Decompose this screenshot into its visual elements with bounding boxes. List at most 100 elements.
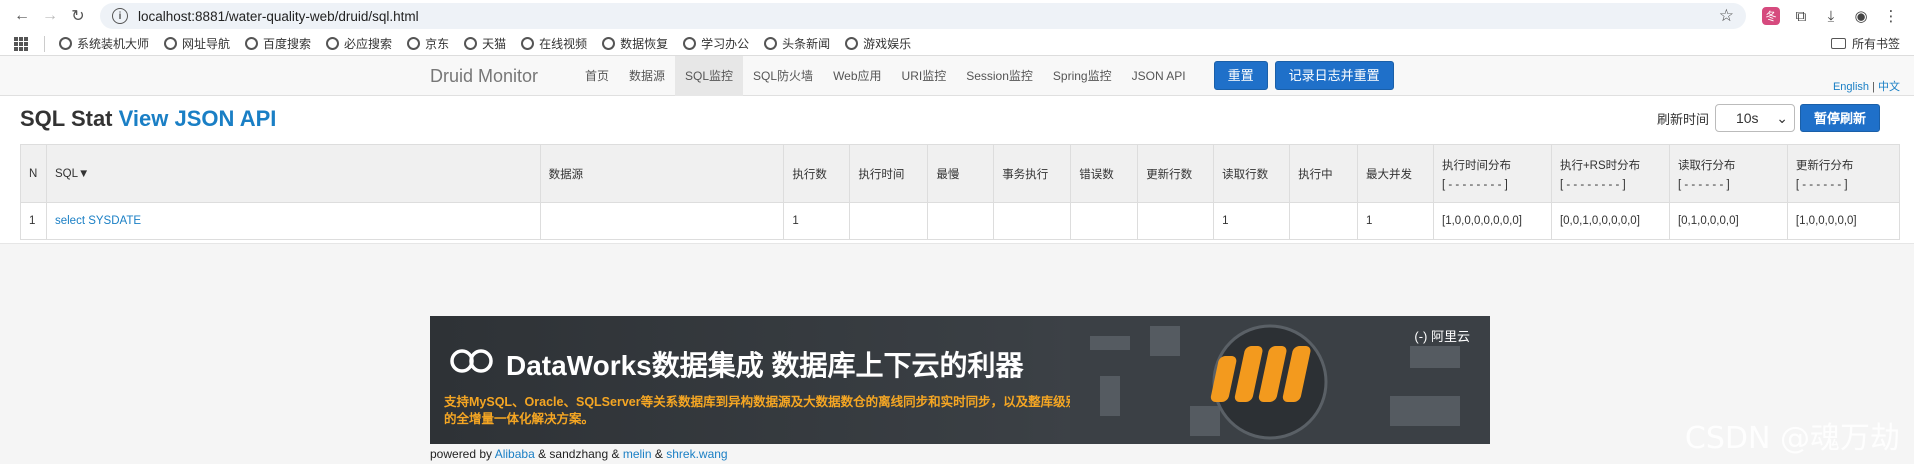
folder-icon <box>1830 38 1846 49</box>
cell <box>1289 202 1359 240</box>
menu-icon[interactable]: ⋮ <box>1876 2 1906 30</box>
header-sub: [ - - - - - - ] <box>1677 178 1730 191</box>
globe-icon <box>59 37 72 50</box>
nav-datasource[interactable]: 数据源 <box>619 56 675 96</box>
extension-icon[interactable]: 冬 <box>1756 2 1786 30</box>
col-exec-time[interactable]: 执行时间 <box>849 144 929 203</box>
melin-link[interactable]: melin <box>623 447 652 461</box>
header-sub: [ - - - - - - - - ] <box>1442 178 1508 191</box>
col-max-concurrent[interactable]: 最大并发 <box>1357 144 1434 203</box>
log-and-reset-button[interactable]: 记录日志并重置 <box>1274 61 1394 90</box>
globe-icon <box>845 37 859 50</box>
reload-button[interactable]: ↻ <box>64 2 92 30</box>
bookmark-item[interactable]: 京东 <box>407 35 449 52</box>
col-error-count[interactable]: 错误数 <box>1070 144 1139 203</box>
cell <box>1137 202 1215 240</box>
bookmark-item[interactable]: 在线视频 <box>521 35 587 52</box>
extensions-puzzle-icon[interactable]: ⧉ <box>1786 2 1816 30</box>
cell: [0,1,0,0,0,0] <box>1668 202 1788 240</box>
cell: select SYSDATE <box>45 202 541 240</box>
banner-headline: DataWorks数据集成 数据库上下云的利器 <box>506 350 1024 381</box>
bookmark-item[interactable]: 网址导航 <box>164 35 230 52</box>
lang-separator: | <box>1872 81 1875 93</box>
globe-icon <box>164 37 178 50</box>
nav-wall[interactable]: SQL防火墙 <box>743 56 823 96</box>
col-update-rows[interactable]: 更新行数 <box>1137 144 1215 203</box>
globe-icon <box>464 37 478 50</box>
bookmark-item[interactable]: 数据恢复 <box>602 35 668 52</box>
dataworks-logo-icon <box>450 349 493 373</box>
bookmark-star-icon[interactable]: ☆ <box>1719 6 1734 26</box>
header-label: 读取行分布 <box>1677 159 1736 172</box>
globe-icon <box>602 37 616 50</box>
site-info-icon[interactable]: i <box>112 8 128 24</box>
col-slowest[interactable]: 最慢 <box>927 144 995 203</box>
col-exec-count[interactable]: 执行数 <box>783 144 851 203</box>
banner-subline: 支持MySQL、Oracle、SQLServer等关系数据库到异构数据源及大数据… <box>444 395 1079 426</box>
druid-navbar: Druid Monitor 首页 数据源 SQL监控 SQL防火墙 Web应用 … <box>0 56 1914 96</box>
pause-refresh-button[interactable]: 暂停刷新 <box>1799 104 1880 132</box>
col-datasource[interactable]: 数据源 <box>539 144 785 203</box>
powered-by: powered by Alibaba & sandzhang & melin &… <box>430 447 728 461</box>
bookmark-item[interactable]: 头条新闻 <box>764 35 830 52</box>
bookmark-item[interactable]: 天猫 <box>464 35 506 52</box>
bookmark-item[interactable]: 百度搜索 <box>245 35 311 52</box>
browser-toolbar: ← → ↻ i localhost:8881/water-quality-web… <box>0 0 1914 32</box>
refresh-interval-select[interactable]: 10s ⌄ <box>1714 104 1795 132</box>
ad-banner[interactable]: DataWorks数据集成 数据库上下云的利器 支持MySQL、Oracle、S… <box>430 316 1490 444</box>
cell: [1,0,0,0,0,0] <box>1786 202 1901 240</box>
col-exec-hist: 执行时间分布 [ - - - - - - - - ] <box>1433 144 1552 203</box>
cell <box>539 202 785 240</box>
refresh-controls: 刷新时间 10s ⌄ 暂停刷新 <box>1657 104 1880 132</box>
nav-spring[interactable]: Spring监控 <box>1043 56 1122 96</box>
col-update-hist: 更新行分布 [ - - - - - - ] <box>1786 144 1901 203</box>
col-sql[interactable]: SQL▼ <box>45 144 541 203</box>
nav-uri[interactable]: URI监控 <box>892 56 957 96</box>
header-label: 执行+RS时分布 <box>1559 159 1641 172</box>
nav-json-api[interactable]: JSON API <box>1122 56 1196 96</box>
cell: 1 <box>1357 202 1434 240</box>
shrek-link[interactable]: shrek.wang <box>666 447 727 461</box>
view-json-api-link[interactable]: View JSON API <box>119 106 277 131</box>
profile-icon[interactable]: ◉ <box>1846 2 1876 30</box>
lang-chinese[interactable]: 中文 <box>1878 81 1900 93</box>
apps-grid-icon[interactable] <box>14 36 28 51</box>
divider <box>0 243 1914 244</box>
all-bookmarks[interactable]: 所有书签 <box>1830 35 1900 52</box>
address-bar[interactable]: i localhost:8881/water-quality-web/druid… <box>100 3 1746 29</box>
col-fetch-rows[interactable]: 读取行数 <box>1213 144 1291 203</box>
sql-link[interactable]: select SYSDATE <box>55 215 141 227</box>
bookmark-item[interactable]: 系统装机大师 <box>59 35 149 52</box>
nav-sql[interactable]: SQL监控 <box>675 56 744 96</box>
col-fetch-hist: 读取行分布 [ - - - - - - ] <box>1668 144 1788 203</box>
sql-stat-table: N SQL▼ 数据源 执行数 执行时间 最慢 事务执行 错误数 更新行数 读取行… <box>20 144 1901 240</box>
col-running[interactable]: 执行中 <box>1289 144 1359 203</box>
chevron-down-icon: ⌄ <box>1776 109 1788 126</box>
bookmarks-bar: 系统装机大师 网址导航 百度搜索 必应搜索 京东 天猫 在线视频 数据恢复 学习… <box>0 32 1914 56</box>
col-txn-exec[interactable]: 事务执行 <box>993 144 1072 203</box>
download-icon[interactable]: ⤓ <box>1816 2 1846 30</box>
nav-webapp[interactable]: Web应用 <box>823 56 891 96</box>
footer: DataWorks数据集成 数据库上下云的利器 支持MySQL、Oracle、S… <box>0 303 1914 464</box>
refresh-value: 10s <box>1735 110 1759 126</box>
nav-session[interactable]: Session监控 <box>956 56 1043 96</box>
lang-english[interactable]: English <box>1833 81 1869 93</box>
bookmark-item[interactable]: 游戏娱乐 <box>845 35 911 52</box>
globe-icon <box>521 37 535 50</box>
globe-icon <box>326 37 340 50</box>
brand[interactable]: Druid Monitor <box>430 56 538 96</box>
page-title: SQL Stat View JSON API <box>20 106 276 132</box>
bookmark-item[interactable]: 必应搜索 <box>326 35 392 52</box>
back-button[interactable]: ← <box>8 2 36 30</box>
header-label: 更新行分布 <box>1795 159 1854 172</box>
col-exec-rs-hist: 执行+RS时分布 [ - - - - - - - - ] <box>1550 144 1670 203</box>
watermark: CSDN @魂万劫 <box>1684 421 1900 456</box>
alibaba-link[interactable]: Alibaba <box>495 447 535 461</box>
header-label: 执行时间分布 <box>1442 159 1511 172</box>
globe-icon <box>407 37 421 50</box>
bookmark-item[interactable]: 学习办公 <box>683 35 749 52</box>
forward-button[interactable]: → <box>36 2 64 30</box>
url-text[interactable]: localhost:8881/water-quality-web/druid/s… <box>138 9 1719 24</box>
reset-button[interactable]: 重置 <box>1213 61 1268 90</box>
nav-home[interactable]: 首页 <box>575 56 619 96</box>
